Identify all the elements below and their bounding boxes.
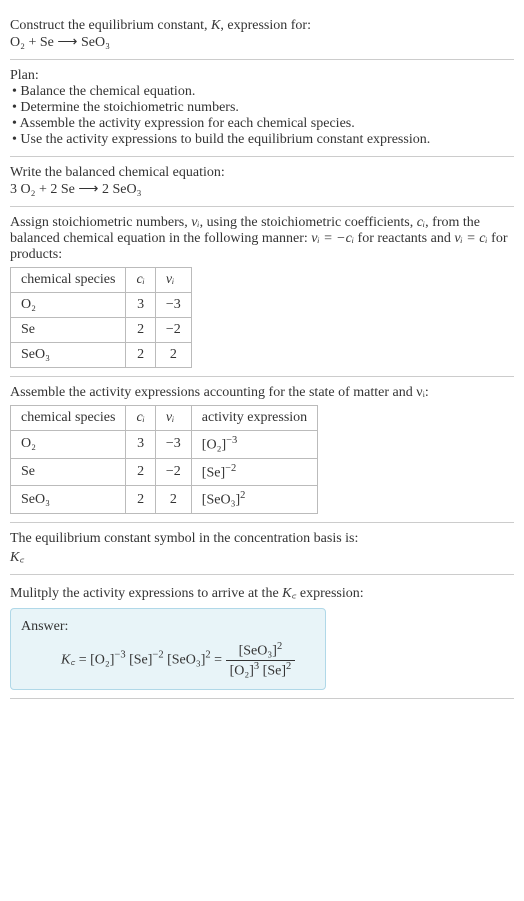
table-cell: 3 <box>126 293 155 318</box>
stoich-rule: νᵢ = −cᵢ <box>311 231 354 246</box>
table-row: O₂ 3 −3 <box>11 293 192 318</box>
stoich-table: chemical species cᵢ νᵢ O₂ 3 −3 Se 2 −2 S… <box>10 267 192 368</box>
plan-item: • Use the activity expressions to build … <box>10 132 514 148</box>
table-header: cᵢ <box>126 268 155 293</box>
answer-fraction: [SeO₃]2[O₂]3 [Se]2 <box>226 641 296 679</box>
table-cell: SeO₃ <box>11 343 126 368</box>
expr-pow: −3 <box>226 435 237 446</box>
table-row: O₂ 3 −3 [O₂]−3 <box>11 431 318 459</box>
answer-pow: −2 <box>152 650 163 661</box>
table-header-row: chemical species cᵢ νᵢ <box>11 268 192 293</box>
table-cell: −3 <box>155 293 191 318</box>
table-header: chemical species <box>11 406 126 431</box>
plan-item: • Determine the stoichiometric numbers. <box>10 100 514 116</box>
table-cell: O₂ <box>11 293 126 318</box>
table-header: cᵢ <box>126 406 155 431</box>
activity-table: chemical species cᵢ νᵢ activity expressi… <box>10 405 318 514</box>
expr-base: [SeO₃] <box>202 493 240 508</box>
intro-section: Construct the equilibrium constant, K, e… <box>10 10 514 60</box>
multiply-section: Mulitply the activity expressions to arr… <box>10 575 514 699</box>
multiply-text: Mulitply the activity expressions to arr… <box>10 586 282 601</box>
stoich-nui: νᵢ <box>191 215 199 230</box>
activity-section: Assemble the activity expressions accoun… <box>10 377 514 523</box>
den-base: [Se] <box>259 663 286 678</box>
symbol-Kc: K꜀ <box>10 547 514 566</box>
den-base: [O₂] <box>230 663 254 678</box>
table-row: Se 2 −2 <box>11 318 192 343</box>
answer-expression: K꜀ = [O₂]−3 [Se]−2 [SeO₃]2 = [SeO₃]2[O₂]… <box>21 635 315 679</box>
answer-Kc: K꜀ <box>61 652 75 667</box>
table-cell: SeO₃ <box>11 486 126 514</box>
stoich-section: Assign stoichiometric numbers, νᵢ, using… <box>10 207 514 377</box>
answer-eq: = <box>211 652 226 667</box>
answer-term: [Se] <box>126 652 153 667</box>
answer-pow: −3 <box>114 650 125 661</box>
table-cell: 2 <box>155 486 191 514</box>
num-base: [SeO₃] <box>239 644 277 659</box>
table-cell: 2 <box>126 343 155 368</box>
intro-line1: Construct the equilibrium constant, <box>10 18 211 33</box>
table-row: Se 2 −2 [Se]−2 <box>11 458 318 486</box>
num-pow: 2 <box>277 641 282 652</box>
table-header: activity expression <box>191 406 317 431</box>
stoich-intro: Assign stoichiometric numbers, νᵢ, using… <box>10 215 514 263</box>
activity-title: Assemble the activity expressions accoun… <box>10 385 514 401</box>
table-cell: Se <box>11 318 126 343</box>
intro-line1b: , expression for: <box>220 18 311 33</box>
stoich-text: Assign stoichiometric numbers, <box>10 215 191 230</box>
plan-title: Plan: <box>10 68 514 84</box>
intro-text: Construct the equilibrium constant, K, e… <box>10 18 514 34</box>
intro-K: K <box>211 18 220 33</box>
stoich-rule: νᵢ = cᵢ <box>454 231 487 246</box>
answer-label: Answer: <box>21 619 315 635</box>
balanced-section: Write the balanced chemical equation: 3 … <box>10 157 514 207</box>
balanced-title: Write the balanced chemical equation: <box>10 165 514 181</box>
answer-eq: = <box>75 652 90 667</box>
answer-term: [O₂] <box>90 652 114 667</box>
plan-section: Plan: • Balance the chemical equation. •… <box>10 60 514 157</box>
balanced-equation: 3 O₂ + 2 Se ⟶ 2 SeO₃ <box>10 181 514 198</box>
table-header: νᵢ <box>155 268 191 293</box>
table-row: SeO₃ 2 2 <box>11 343 192 368</box>
multiply-Kc: K꜀ <box>282 586 296 601</box>
table-cell: 2 <box>155 343 191 368</box>
table-cell: 3 <box>126 431 155 459</box>
table-cell: [Se]−2 <box>191 458 317 486</box>
table-cell: [O₂]−3 <box>191 431 317 459</box>
table-header: chemical species <box>11 268 126 293</box>
expr-base: [Se] <box>202 465 225 480</box>
table-row: SeO₃ 2 2 [SeO₃]2 <box>11 486 318 514</box>
table-cell: 2 <box>126 458 155 486</box>
answer-term: [SeO₃] <box>164 652 206 667</box>
table-cell: −2 <box>155 318 191 343</box>
expr-pow: −2 <box>225 463 236 474</box>
table-cell: 2 <box>126 318 155 343</box>
table-cell: 2 <box>126 486 155 514</box>
stoich-text: for reactants and <box>354 231 454 246</box>
table-cell: −2 <box>155 458 191 486</box>
intro-equation: O₂ + Se ⟶ SeO₃ <box>10 34 514 51</box>
table-cell: [SeO₃]2 <box>191 486 317 514</box>
table-cell: Se <box>11 458 126 486</box>
plan-item: • Assemble the activity expression for e… <box>10 116 514 132</box>
den-pow: 2 <box>286 661 291 672</box>
multiply-title: Mulitply the activity expressions to arr… <box>10 583 514 602</box>
multiply-text: expression: <box>296 586 363 601</box>
table-header-row: chemical species cᵢ νᵢ activity expressi… <box>11 406 318 431</box>
stoich-ci: cᵢ <box>417 215 425 230</box>
plan-item: • Balance the chemical equation. <box>10 84 514 100</box>
symbol-title: The equilibrium constant symbol in the c… <box>10 531 514 547</box>
symbol-section: The equilibrium constant symbol in the c… <box>10 523 514 575</box>
table-cell: −3 <box>155 431 191 459</box>
fraction-den: [O₂]3 [Se]2 <box>226 661 296 680</box>
stoich-text: , using the stoichiometric coefficients, <box>200 215 417 230</box>
table-cell: O₂ <box>11 431 126 459</box>
table-header: νᵢ <box>155 406 191 431</box>
expr-pow: 2 <box>240 490 245 501</box>
answer-box: Answer: K꜀ = [O₂]−3 [Se]−2 [SeO₃]2 = [Se… <box>10 608 326 690</box>
fraction-num: [SeO₃]2 <box>226 641 296 661</box>
expr-base: [O₂] <box>202 438 226 453</box>
